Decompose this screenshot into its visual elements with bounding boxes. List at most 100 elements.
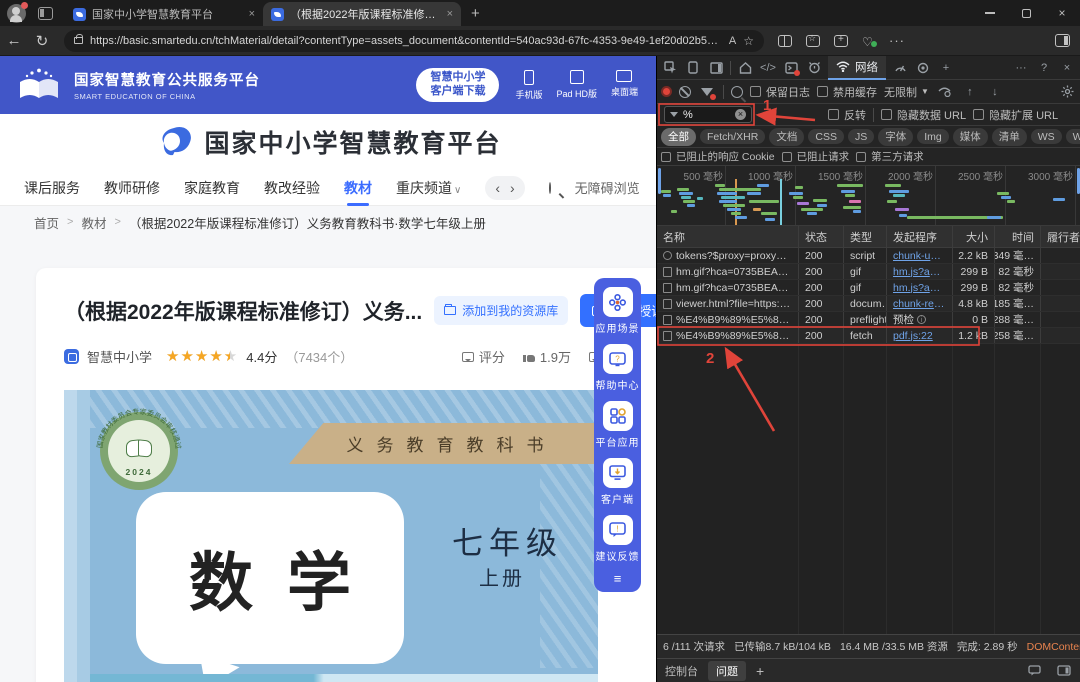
type-filter-js[interactable]: JS [848, 129, 874, 144]
welcome-icon[interactable] [736, 60, 754, 76]
client-desktop[interactable]: 桌面端 [611, 70, 638, 101]
filter-funnel-icon[interactable] [698, 84, 716, 100]
float-app-scenes[interactable]: 应用场景 [594, 287, 641, 335]
network-search-icon[interactable] [731, 86, 743, 98]
type-filter-all[interactable]: 全部 [661, 128, 696, 146]
drawer-dock-icon[interactable] [1055, 663, 1073, 679]
col-status[interactable]: 状态 [798, 226, 843, 247]
hide-extension-urls-checkbox[interactable]: 隐藏扩展 URL [973, 107, 1058, 123]
initiator-link[interactable]: chunk-react-d4e [893, 298, 946, 310]
performance-icon[interactable] [891, 60, 909, 76]
close-button[interactable]: × [1044, 0, 1080, 26]
col-time[interactable]: 时间 [994, 226, 1040, 247]
float-feedback[interactable]: ! 建议反馈 [594, 515, 641, 563]
rate-button[interactable]: 评分 [462, 347, 505, 366]
elements-icon[interactable]: </> [759, 60, 777, 76]
nav-item-jiatingjiaoyu[interactable]: 家庭教育 [184, 178, 240, 198]
request-row[interactable]: hm.gif?hca=0735BEA4D11D… 200 gif hm.js?a… [657, 264, 1080, 280]
accessibility-link[interactable]: 无障碍浏览 [575, 178, 640, 197]
throttling-dropdown[interactable]: 无限制▼ [884, 84, 929, 100]
tab-close-icon[interactable]: × [249, 8, 255, 20]
request-row[interactable]: hm.gif?hca=0735BEA4D11D… 200 gif hm.js?a… [657, 280, 1080, 296]
initiator-link[interactable]: pdf.js:22 [893, 330, 933, 342]
invert-checkbox[interactable]: 反转 [828, 107, 866, 123]
devtools-help-icon[interactable]: ? [1035, 60, 1053, 76]
read-aloud-icon[interactable]: A [729, 35, 736, 47]
import-har-icon[interactable]: ↑ [961, 84, 979, 100]
clear-icon[interactable] [679, 86, 691, 98]
devtools-close-icon[interactable]: × [1058, 60, 1076, 76]
preserve-log-checkbox[interactable]: 保留日志 [750, 84, 810, 100]
back-button[interactable]: ← [0, 32, 28, 49]
nav-item-jiaocai[interactable]: 教材 [344, 178, 372, 198]
network-overview-timeline[interactable]: 500 毫秒 1000 毫秒 1500 毫秒 2000 毫秒 2500 毫秒 3… [657, 166, 1080, 226]
new-tab-button[interactable]: + [471, 5, 480, 22]
nav-item-kehoufuwu[interactable]: 课后服务 [24, 178, 80, 198]
type-filter-css[interactable]: CSS [808, 129, 844, 144]
tab-smartedu-home[interactable]: 国家中小学智慧教育平台 × [65, 2, 263, 26]
add-to-library-button[interactable]: 添加到我的资源库 [434, 296, 568, 325]
dock-side-icon[interactable] [707, 60, 725, 76]
drawer-add-tab-icon[interactable]: + [756, 663, 764, 679]
drawer-messages-icon[interactable] [1025, 663, 1043, 679]
inspect-icon[interactable] [661, 60, 679, 76]
third-party-checkbox[interactable]: 第三方请求 [856, 149, 924, 164]
request-row[interactable]: %E4%B9%89%E5%8A%A1%… 200 preflight 预检i 0… [657, 312, 1080, 328]
nav-next-icon[interactable]: › [510, 180, 515, 196]
favorites-icon[interactable] [806, 35, 820, 47]
nav-prev-icon[interactable]: ‹ [495, 180, 500, 196]
float-menu-collapse[interactable]: ≡ [594, 572, 641, 588]
col-fulfilled-by[interactable]: 履行者 [1040, 226, 1080, 247]
request-row-highlighted[interactable]: %E4%B9%89%E5%8A%A1%… 200 fetch pdf.js:22… [657, 328, 1080, 344]
address-bar[interactable]: https://basic.smartedu.cn/tchMaterial/de… [64, 30, 764, 52]
type-filter-ws[interactable]: WS [1031, 129, 1062, 144]
like-button[interactable]: 1.9万 [523, 347, 571, 366]
device-toolbar-icon[interactable] [684, 60, 702, 76]
client-mobile[interactable]: 手机版 [515, 70, 542, 101]
drawer-tab-console[interactable]: 控制台 [665, 663, 698, 679]
request-row[interactable]: tokens?$proxy=proxyhttp&… 200 script chu… [657, 248, 1080, 264]
refresh-button[interactable]: ↻ [28, 32, 56, 50]
col-name[interactable]: 名称 [657, 226, 798, 247]
breadcrumb-section[interactable]: 教材 [81, 213, 106, 232]
network-settings-gear-icon[interactable] [1058, 84, 1076, 100]
float-platform-apps[interactable]: 平台应用 [594, 401, 641, 449]
type-filter-manifest[interactable]: 清单 [992, 128, 1027, 146]
more-menu-icon[interactable]: ··· [889, 33, 905, 48]
initiator-link[interactable]: hm.js?a9321a9… [893, 282, 946, 294]
tab-textbook-detail[interactable]: （根据2022年版课程标准修订）… × [263, 2, 461, 26]
copilot-sidebar-icon[interactable] [1055, 34, 1070, 47]
tab-network[interactable]: 网络 [828, 56, 886, 80]
split-screen-icon[interactable] [778, 35, 792, 47]
network-conditions-icon[interactable] [936, 84, 954, 100]
devtools-more-icon[interactable]: ··· [1012, 60, 1030, 76]
blocked-requests-checkbox[interactable]: 已阻止请求 [782, 149, 850, 164]
maximize-button[interactable] [1008, 0, 1044, 26]
record-icon[interactable] [661, 86, 672, 97]
memory-icon[interactable] [914, 60, 932, 76]
search-icon[interactable] [549, 182, 551, 194]
minimize-button[interactable] [972, 0, 1008, 26]
clear-filter-icon[interactable]: × [735, 109, 746, 120]
breadcrumb-home[interactable]: 首页 [34, 213, 59, 232]
initiator-link[interactable]: chunk-uc-ef7b8b… [893, 250, 946, 262]
drawer-tab-issues[interactable]: 问题 [708, 661, 746, 681]
request-row[interactable]: viewer.html?file=https://r3-… 200 docum…… [657, 296, 1080, 312]
filter-input[interactable]: % × [664, 106, 752, 123]
more-tabs-icon[interactable]: + [937, 60, 955, 76]
type-filter-wasm[interactable]: Wasm [1066, 129, 1080, 144]
nav-item-jiaoshiyanxiu[interactable]: 教师研修 [104, 178, 160, 198]
initiator-link[interactable]: hm.js?a9321a9… [893, 266, 946, 278]
type-filter-doc[interactable]: 文档 [769, 128, 804, 146]
client-pad[interactable]: Pad HD版 [556, 70, 597, 101]
type-filter-img[interactable]: Img [917, 129, 949, 144]
disable-cache-checkbox[interactable]: 禁用缓存 [817, 84, 877, 100]
client-download-button[interactable]: 智慧中小学 客户端下载 [416, 68, 499, 102]
col-type[interactable]: 类型 [843, 226, 886, 247]
nav-item-chongqing-channel[interactable]: 重庆频道∨ [396, 178, 461, 198]
url-text[interactable]: https://basic.smartedu.cn/tchMaterial/de… [90, 35, 722, 47]
float-client[interactable]: 客户端 [594, 458, 641, 506]
export-har-icon[interactable]: ↓ [986, 84, 1004, 100]
favorite-star-icon[interactable]: ☆ [743, 34, 754, 48]
profile-avatar-icon[interactable] [7, 4, 26, 23]
